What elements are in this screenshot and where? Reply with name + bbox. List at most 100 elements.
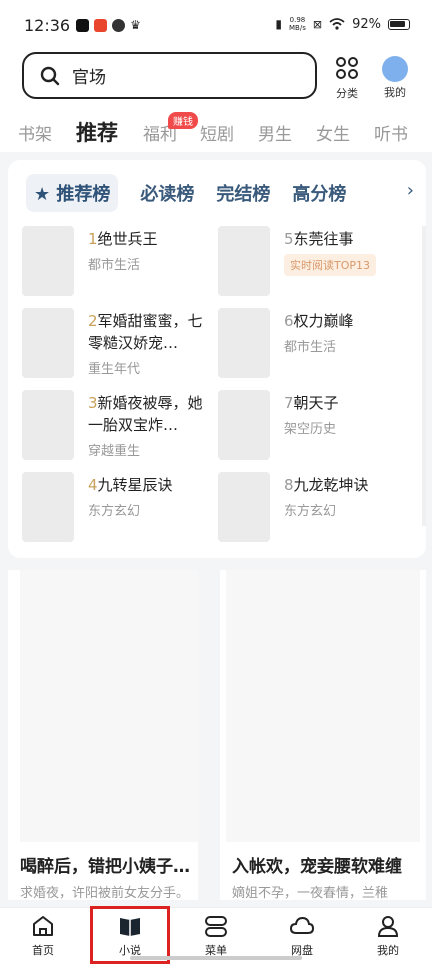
book-cover <box>22 226 74 296</box>
screen: 12:36 ♛ ▮ 0.98 MB/s ⊠ 92% 官场 分类 我的 书架 推荐… <box>0 0 432 964</box>
ranking-card: ★ 推荐榜 必读榜 完结榜 高分榜 › 1绝世兵王 都市生活 2军婚甜蜜蜜，七零… <box>8 160 426 558</box>
feed-title: 入帐欢，宠妾腰软难缠 <box>232 857 402 877</box>
tiktok-icon <box>76 18 90 32</box>
book-genre: 东方玄幻 <box>284 504 337 519</box>
tab-audiobook[interactable]: 听书 <box>374 120 408 145</box>
rank-tab-must-read[interactable]: 必读榜 <box>140 180 194 206</box>
menu-icon <box>205 916 227 937</box>
nav-me-label: 我的 <box>377 944 399 957</box>
wifi-icon <box>329 18 345 30</box>
profile-button[interactable]: 我的 <box>382 56 408 100</box>
header: 官场 分类 我的 <box>0 50 432 110</box>
book-cover <box>22 390 74 460</box>
book-cover <box>218 390 270 460</box>
home-indicator <box>130 956 302 960</box>
book-cover <box>218 226 270 296</box>
book-genre: 都市生活 <box>284 340 337 355</box>
rank-item[interactable]: 4九转星辰诀 东方玄幻 <box>22 472 212 544</box>
battery-icon <box>388 18 410 30</box>
app-red-icon <box>94 18 108 32</box>
rank-number: 1 <box>88 230 98 248</box>
profile-label: 我的 <box>384 86 406 99</box>
nav-cloud[interactable]: 网盘 <box>272 914 332 958</box>
net-speed-unit: MB/s <box>289 24 306 32</box>
tab-male[interactable]: 男生 <box>258 120 292 145</box>
feed-cover <box>20 570 198 842</box>
book-title: 军婚甜蜜蜜，七零糙汉娇宠… <box>88 312 203 352</box>
book-genre: 东方玄幻 <box>88 504 141 519</box>
book-title: 朝天子 <box>293 394 339 412</box>
rank-tab-recommend[interactable]: ★ 推荐榜 <box>26 174 119 212</box>
rank-tag: 实时阅读TOP13 <box>284 254 377 276</box>
earn-badge: 赚钱 <box>168 112 198 129</box>
feed-cover <box>226 570 420 842</box>
rank-number: 2 <box>88 312 98 330</box>
book-title: 东莞往事 <box>293 230 354 248</box>
rank-item[interactable]: 1绝世兵王 都市生活 <box>22 226 212 298</box>
net-speed-value: 0.98 <box>289 16 306 24</box>
rank-item[interactable]: 3新婚夜被辱，她一胎双宝炸… 穿越重生 <box>22 390 212 462</box>
nav-menu[interactable]: 菜单 <box>186 914 246 958</box>
cloud-icon <box>289 916 315 934</box>
feed-card[interactable]: 入帐欢，宠妾腰软难缠 嫡姐不孕，一夜春情，兰稚 <box>220 570 426 901</box>
channel-tabs: 书架 推荐 福利 短剧 男生 女生 听书 <box>0 110 432 152</box>
book-title: 权力巅峰 <box>293 312 354 330</box>
book-title: 九龙乾坤诀 <box>293 476 369 494</box>
search-icon <box>40 66 60 85</box>
chevron-right-icon[interactable]: › <box>407 180 414 201</box>
book-genre: 重生年代 <box>88 362 141 377</box>
avatar-icon <box>382 56 408 82</box>
star-icon: ★ <box>34 184 51 205</box>
feed-desc: 嫡姐不孕，一夜春情，兰稚 <box>232 886 389 901</box>
book-title: 绝世兵王 <box>97 230 158 248</box>
book-title: 九转星辰诀 <box>97 476 173 494</box>
rank-number: 8 <box>284 476 294 494</box>
feed-card[interactable]: 喝醉后，错把小姨子… 求婚夜，许阳被前女友分手。 <box>8 570 198 901</box>
vibrate-icon: ▮ <box>275 17 283 31</box>
rank-tab-completed[interactable]: 完结榜 <box>216 180 270 206</box>
rank-number: 4 <box>88 476 98 494</box>
nav-me[interactable]: 我的 <box>358 914 418 958</box>
rank-item[interactable]: 8九龙乾坤诀 东方玄幻 <box>218 472 408 544</box>
rank-tab-high-score[interactable]: 高分榜 <box>292 180 346 206</box>
nfc-icon: ⊠ <box>312 17 323 31</box>
rank-number: 5 <box>284 230 294 248</box>
feed-desc: 求婚夜，许阳被前女友分手。 <box>20 886 190 901</box>
nav-home-label: 首页 <box>32 944 54 957</box>
battery-percent: 92% <box>352 16 381 32</box>
rank-item[interactable]: 2军婚甜蜜蜜，七零糙汉娇宠… 重生年代 <box>22 308 212 380</box>
grid-icon <box>336 57 358 79</box>
book-genre: 都市生活 <box>88 258 141 273</box>
crown-icon: ♛ <box>130 18 141 32</box>
rank-item[interactable]: 5东莞往事 实时阅读TOP13 <box>218 226 408 298</box>
person-icon <box>377 916 399 937</box>
book-cover <box>218 472 270 542</box>
rank-number: 7 <box>284 394 294 412</box>
home-icon <box>33 916 53 936</box>
rank-tab-recommend-label: 推荐榜 <box>56 184 111 205</box>
tab-short-drama[interactable]: 短剧 <box>200 120 234 145</box>
search-box[interactable]: 官场 <box>22 52 317 99</box>
status-bar: 12:36 ♛ ▮ 0.98 MB/s ⊠ 92% <box>0 0 432 50</box>
search-input[interactable]: 官场 <box>72 63 106 88</box>
rank-number: 6 <box>284 312 294 330</box>
book-cover <box>22 308 74 378</box>
book-genre: 穿越重生 <box>88 444 141 459</box>
tab-bookshelf[interactable]: 书架 <box>18 120 52 145</box>
ranking-tabs: ★ 推荐榜 必读榜 完结榜 高分榜 <box>26 174 368 212</box>
next-column-peek <box>422 226 426 526</box>
book-title: 新婚夜被辱，她一胎双宝炸… <box>88 394 203 434</box>
tab-recommend[interactable]: 推荐 <box>76 117 118 147</box>
nav-home[interactable]: 首页 <box>13 914 73 958</box>
app-link-icon <box>112 18 126 32</box>
rank-number: 3 <box>88 394 98 412</box>
rank-item[interactable]: 6权力巅峰 都市生活 <box>218 308 408 380</box>
book-cover <box>218 308 270 378</box>
category-button[interactable]: 分类 <box>335 56 359 101</box>
category-label: 分类 <box>336 87 358 100</box>
net-speed: 0.98 MB/s <box>289 16 306 32</box>
status-right: ▮ 0.98 MB/s ⊠ 92% <box>275 16 410 32</box>
tab-female[interactable]: 女生 <box>316 120 350 145</box>
notification-icons: ♛ <box>76 18 141 32</box>
rank-item[interactable]: 7朝天子 架空历史 <box>218 390 408 462</box>
